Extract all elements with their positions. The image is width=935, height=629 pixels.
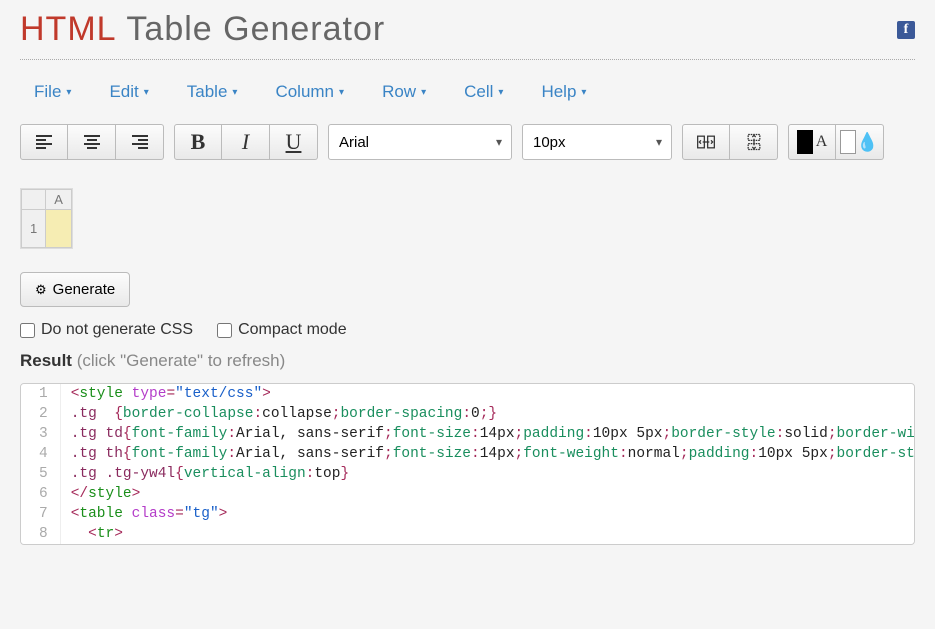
bold-button[interactable]: B (174, 124, 222, 160)
merge-horizontal-button[interactable] (682, 124, 730, 160)
font-size-select[interactable]: 10px (522, 124, 672, 160)
merge-vertical-button[interactable] (730, 124, 778, 160)
facebook-icon[interactable]: f (897, 21, 915, 39)
no-css-option[interactable]: Do not generate CSS (20, 321, 193, 339)
italic-button[interactable]: I (222, 124, 270, 160)
cell-a1[interactable] (46, 210, 72, 248)
col-header[interactable]: A (46, 190, 72, 210)
menu-cell[interactable]: Cell▾ (464, 82, 503, 102)
logo-grey: Table Generator (126, 10, 385, 48)
compact-checkbox[interactable] (217, 323, 232, 338)
underline-button[interactable]: U (270, 124, 318, 160)
menu-row[interactable]: Row▾ (382, 82, 426, 102)
menu-column[interactable]: Column▾ (275, 82, 344, 102)
menu-bar: File▾ Edit▾ Table▾ Column▾ Row▾ Cell▾ He… (20, 60, 915, 124)
menu-edit[interactable]: Edit▾ (109, 82, 148, 102)
gear-icon: ⚙ (35, 282, 47, 298)
code-output[interactable]: 1<style type="text/css">2.tg {border-col… (20, 383, 915, 545)
no-css-checkbox[interactable] (20, 323, 35, 338)
eyedropper-icon: 💧 (856, 132, 878, 153)
result-heading: Result (click "Generate" to refresh) (20, 351, 915, 371)
toolbar: B I U Arial 10px A 💧 (20, 124, 915, 160)
table-preview[interactable]: A 1 (20, 188, 73, 249)
align-right-button[interactable] (116, 124, 164, 160)
generate-button[interactable]: ⚙ Generate (20, 272, 130, 307)
row-header[interactable]: 1 (22, 210, 46, 248)
bg-color-button[interactable]: 💧 (836, 124, 884, 160)
menu-help[interactable]: Help▾ (541, 82, 586, 102)
align-left-button[interactable] (20, 124, 68, 160)
align-center-button[interactable] (68, 124, 116, 160)
logo-red: HTML (20, 10, 117, 48)
header: HTML Table Generator f (20, 0, 915, 60)
compact-option[interactable]: Compact mode (217, 321, 347, 339)
logo: HTML Table Generator (20, 10, 385, 49)
text-color-button[interactable]: A (788, 124, 836, 160)
font-family-select[interactable]: Arial (328, 124, 512, 160)
menu-file[interactable]: File▾ (34, 82, 71, 102)
menu-table[interactable]: Table▾ (187, 82, 238, 102)
